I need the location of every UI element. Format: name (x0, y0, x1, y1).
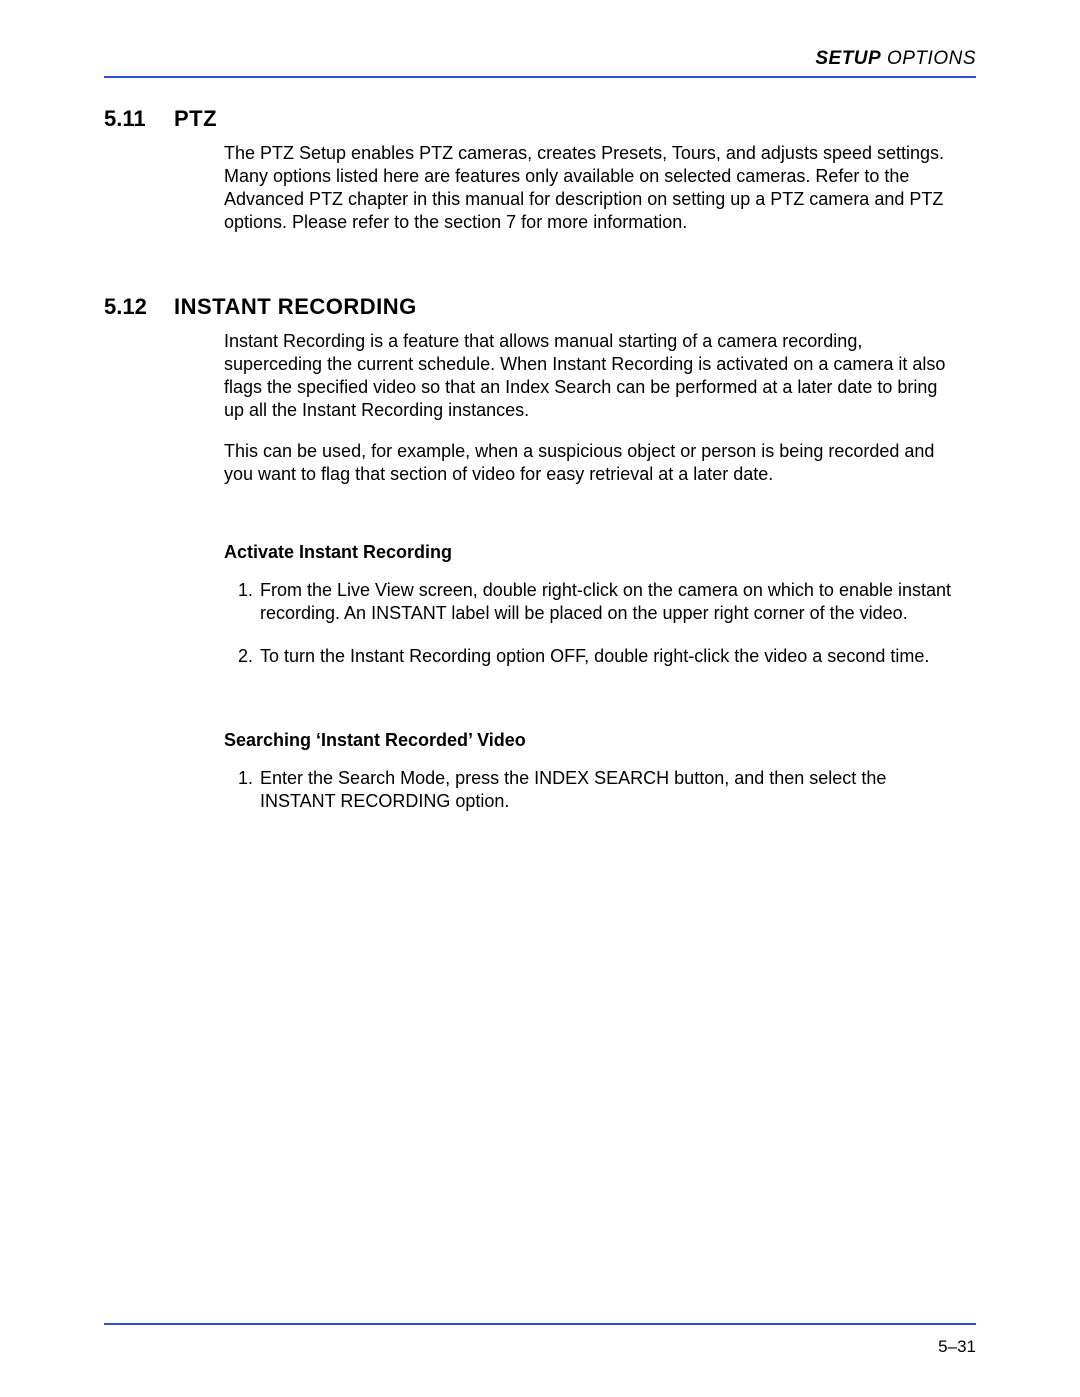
subheading-searching: Searching ‘Instant Recorded’ Video (224, 730, 956, 751)
section-title: PTZ (174, 106, 217, 132)
steps-list-searching: Enter the Search Mode, press the INDEX S… (224, 767, 956, 813)
subheading-activate: Activate Instant Recording (224, 542, 956, 563)
paragraph: This can be used, for example, when a su… (224, 440, 956, 486)
header-rule (104, 76, 976, 78)
page-header: SETUP OPTIONS (104, 48, 976, 70)
document-page: SETUP OPTIONS 5.11 PTZ The PTZ Setup ena… (0, 0, 1080, 1397)
list-item: Enter the Search Mode, press the INDEX S… (258, 767, 956, 813)
paragraph: Instant Recording is a feature that allo… (224, 330, 956, 422)
header-setup: SETUP (815, 48, 881, 69)
section-512-body: Instant Recording is a feature that allo… (224, 330, 956, 813)
section-title: INSTANT RECORDING (174, 294, 417, 320)
section-heading-512: 5.12 INSTANT RECORDING (104, 294, 976, 320)
footer-rule (104, 1323, 976, 1325)
section-number: 5.11 (104, 106, 174, 132)
section-number: 5.12 (104, 294, 174, 320)
paragraph: The PTZ Setup enables PTZ cameras, creat… (224, 142, 956, 234)
steps-list-activate: From the Live View screen, double right-… (224, 579, 956, 668)
list-item: From the Live View screen, double right-… (258, 579, 956, 625)
section-511-body: The PTZ Setup enables PTZ cameras, creat… (224, 142, 956, 234)
list-item: To turn the Instant Recording option OFF… (258, 645, 956, 668)
page-number: 5–31 (104, 1337, 976, 1357)
page-footer: 5–31 (104, 1323, 976, 1357)
header-options: OPTIONS (881, 48, 976, 69)
section-heading-511: 5.11 PTZ (104, 106, 976, 132)
